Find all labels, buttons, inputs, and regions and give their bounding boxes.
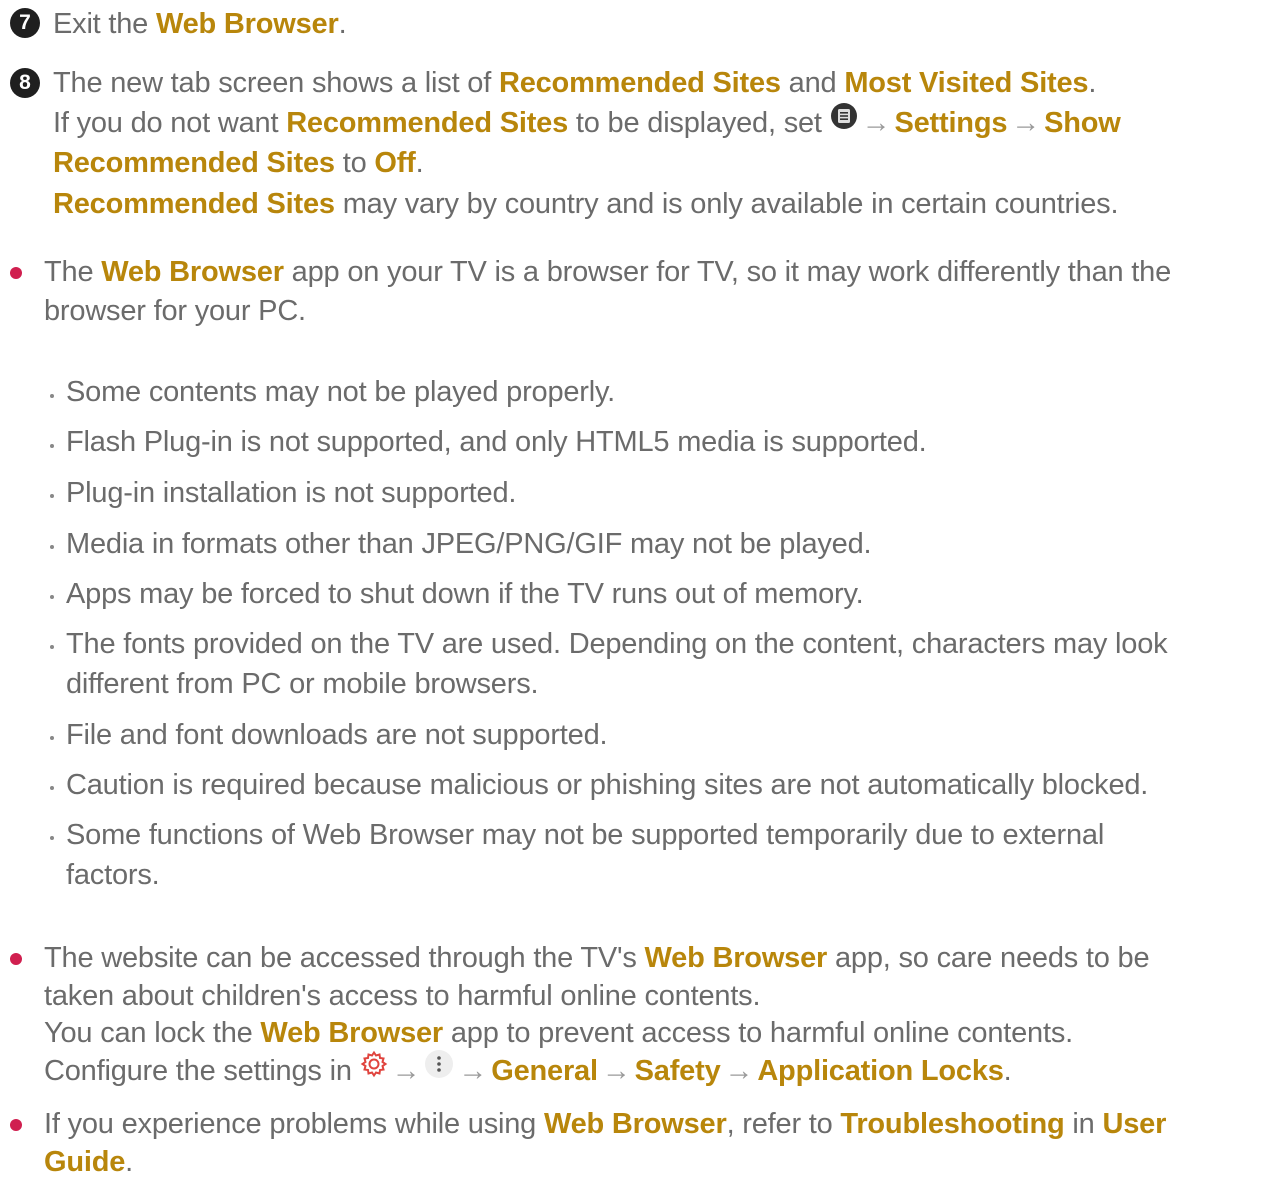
settings-gear-icon: [360, 1049, 388, 1089]
step-8-l1-a: The new tab screen shows a list of: [53, 67, 499, 99]
sub-bullet-icon: [50, 394, 54, 398]
step-7-suffix: .: [338, 8, 347, 40]
note-2-line-1: The website can be accessed through the …: [44, 938, 1150, 978]
step-8-l4-b: may vary by country and is only availabl…: [334, 188, 1119, 220]
sub-bullet-icon: [50, 836, 54, 840]
note-2-line-2: taken about children's access to harmful…: [44, 980, 761, 1012]
step-7-prefix: Exit the: [53, 8, 156, 40]
step-8-line-1: The new tab screen shows a list of Recom…: [53, 63, 1096, 103]
note-3-line-2: Guide.: [44, 1142, 133, 1182]
sub-bullet-icon: [50, 645, 54, 649]
step-8-l3-d: .: [415, 147, 424, 179]
sub-item: Flash Plug-in is not supported, and only…: [66, 426, 927, 458]
web-browser-label: Web Browser: [155, 8, 339, 40]
web-browser-label: Web Browser: [101, 256, 284, 288]
step-8-line-2: If you do not want Recommended Sites to …: [53, 103, 1121, 144]
recommended-sites-label: Recommended Sites: [53, 188, 335, 220]
note-2-l1-a: The website can be accessed through the …: [44, 942, 645, 974]
note-3-l2-b: .: [125, 1146, 134, 1178]
general-label: General: [491, 1055, 598, 1087]
note-1-line-2: browser for your PC.: [44, 295, 306, 327]
arrow-icon: →: [458, 1055, 488, 1087]
bullet-icon: [10, 953, 22, 965]
sub-item: Some contents may not be played properly…: [66, 376, 616, 408]
sub-item: Some functions of Web Browser may not be…: [66, 819, 1105, 851]
note-1-l1-c: app on your TV is a browser for TV, so i…: [283, 256, 1172, 288]
troubleshooting-label: Troubleshooting: [840, 1108, 1065, 1140]
arrow-icon: →: [724, 1055, 754, 1087]
sub-bullet-icon: [50, 545, 54, 549]
sub-bullet-icon: [50, 444, 54, 448]
step-8-badge: 8: [10, 68, 40, 98]
sub-bullet-icon: [50, 736, 54, 740]
sub-item: The fonts provided on the TV are used. D…: [66, 628, 1168, 660]
step-7-text: Exit the Web Browser.: [53, 4, 347, 44]
menu-icon: [830, 101, 858, 141]
step-8-line-3: Recommended Sites to Off.: [53, 143, 424, 183]
sub-item: Caution is required because malicious or…: [66, 769, 1149, 801]
sub-item-continued: different from PC or mobile browsers.: [66, 668, 539, 700]
sub-item: Plug-in installation is not supported.: [66, 477, 517, 509]
arrow-icon: →: [861, 107, 891, 139]
step-8-l1-e: .: [1088, 67, 1097, 99]
step-8-l2-a: If you do not want: [53, 107, 287, 139]
most-visited-sites-label: Most Visited Sites: [844, 67, 1089, 99]
bullet-icon: [10, 1119, 22, 1131]
note-3-l1-c: , refer to: [726, 1108, 841, 1140]
user-guide-label: Guide: [44, 1146, 126, 1178]
note-3-line-1: If you experience problems while using W…: [44, 1104, 1166, 1144]
arrow-icon: →: [601, 1055, 631, 1087]
note-2-line-3: You can lock the Web Browser app to prev…: [44, 1013, 1073, 1053]
sub-bullet-icon: [50, 786, 54, 790]
sub-bullet-icon: [50, 494, 54, 498]
note-2-l4-end: .: [1003, 1055, 1012, 1087]
note-1-line-1: The Web Browser app on your TV is a brow…: [44, 252, 1171, 292]
sub-item-continued: factors.: [66, 859, 160, 891]
application-locks-label: Application Locks: [757, 1055, 1004, 1087]
settings-label: Settings: [894, 107, 1008, 139]
arrow-icon: →: [391, 1055, 421, 1087]
note-3-l1-e: in: [1064, 1108, 1103, 1140]
note-3-l1-a: If you experience problems while using: [44, 1108, 544, 1140]
note-2-l3-c: app to prevent access to harmful online …: [443, 1017, 1073, 1049]
show-label: Show: [1044, 107, 1121, 139]
safety-label: Safety: [634, 1055, 721, 1087]
recommended-sites-label: Recommended Sites: [286, 107, 569, 139]
user-guide-label: User: [1102, 1108, 1167, 1140]
sub-item: Apps may be forced to shut down if the T…: [66, 578, 864, 610]
sub-bullet-icon: [50, 595, 54, 599]
recommended-sites-label: Recommended Sites: [498, 67, 781, 99]
step-8-line-4: Recommended Sites may vary by country an…: [53, 184, 1119, 224]
more-options-icon: [424, 1049, 454, 1090]
note-2-line-4: Configure the settings in → → General → Safe…: [44, 1049, 1012, 1093]
step-8-l2-c: to be displayed, set: [568, 107, 830, 139]
web-browser-label: Web Browser: [543, 1108, 727, 1140]
note-1-l1-a: The: [44, 256, 102, 288]
sub-item: File and font downloads are not supporte…: [66, 719, 608, 751]
step-8-l1-c: and: [780, 67, 845, 99]
web-browser-label: Web Browser: [644, 942, 828, 974]
recommended-sites-label: Recommended Sites: [53, 147, 335, 179]
step-8-l3-b: to: [334, 147, 375, 179]
sub-item: Media in formats other than JPEG/PNG/GIF…: [66, 528, 872, 560]
step-7-badge: 7: [10, 8, 40, 38]
note-2-l3-a: You can lock the: [44, 1017, 261, 1049]
bullet-icon: [10, 267, 22, 279]
note-2-l4-a: Configure the settings in: [44, 1055, 360, 1087]
web-browser-label: Web Browser: [260, 1017, 444, 1049]
off-label: Off: [374, 147, 416, 179]
note-2-l1-c: app, so care needs to be: [827, 942, 1150, 974]
arrow-icon: →: [1011, 107, 1041, 139]
